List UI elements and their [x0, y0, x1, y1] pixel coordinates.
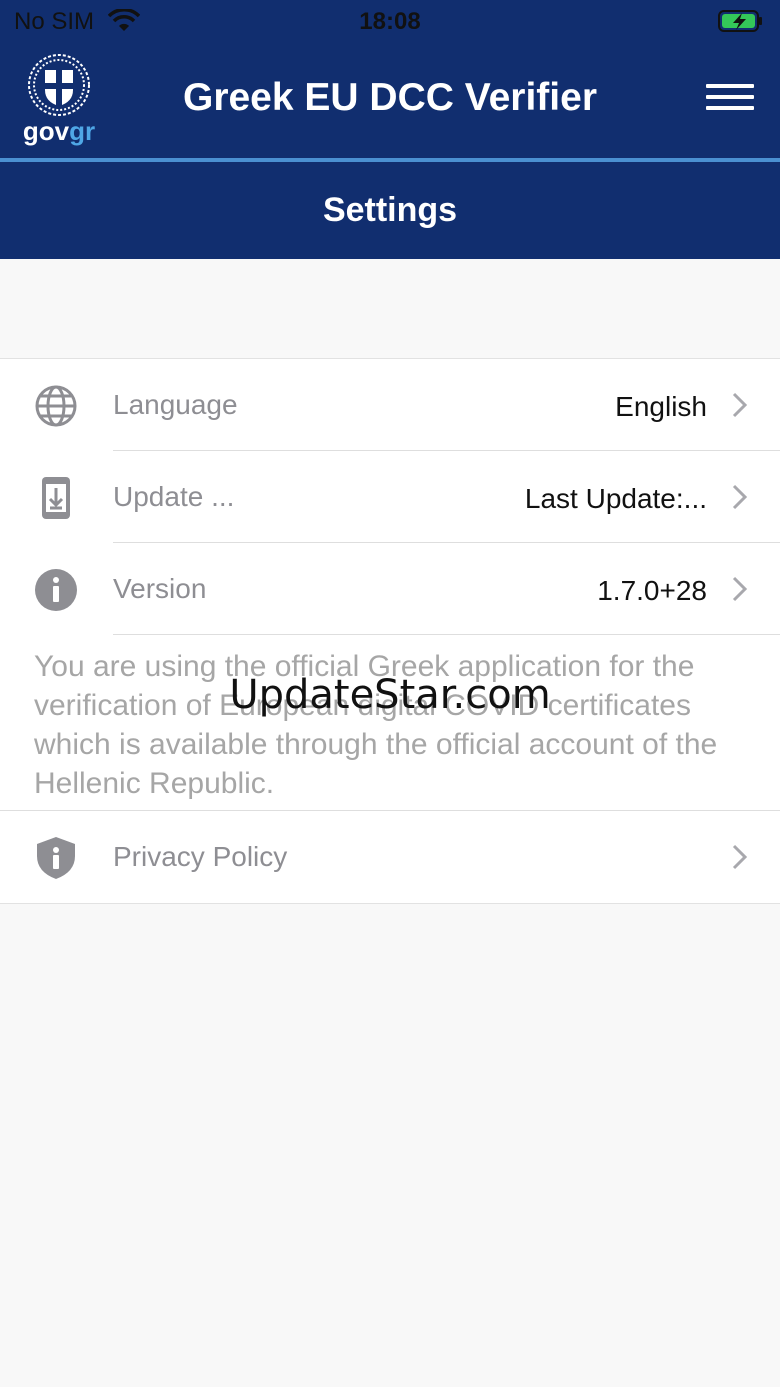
page-title: Settings: [0, 162, 780, 259]
chevron-right-icon: [732, 392, 748, 418]
chevron-right-icon: [732, 484, 748, 510]
settings-row-update[interactable]: Update ... Last Update:...: [0, 451, 780, 543]
chevron-right-icon: [732, 576, 748, 602]
logo-gov-text: gov: [22, 116, 70, 146]
official-app-note: You are using the official Greek applica…: [0, 635, 780, 811]
info-icon: [35, 569, 77, 611]
language-label: Language: [113, 389, 238, 420]
watermark: UpdateStar.com: [229, 672, 551, 718]
status-bar: No SIM 18:08: [0, 0, 780, 42]
coat-of-arms-icon: [28, 54, 90, 116]
settings-row-version[interactable]: Version 1.7.0+28: [0, 543, 780, 635]
chevron-right-icon: [732, 844, 748, 870]
shield-info-icon: [37, 837, 75, 879]
app-title: Greek EU DCC Verifier: [182, 76, 597, 119]
settings-row-privacy-policy[interactable]: Privacy Policy: [0, 811, 780, 903]
update-value: Last Update:...: [524, 483, 707, 514]
clock: 18:08: [359, 8, 421, 35]
hamburger-menu-icon[interactable]: [706, 84, 754, 118]
battery-charging-icon: [718, 10, 762, 32]
govgr-wordmark: govgr: [18, 116, 100, 147]
language-value: English: [615, 391, 707, 422]
settings-row-language[interactable]: Language English: [0, 359, 780, 451]
logo-gr-text: gr: [69, 116, 96, 146]
download-phone-icon: [42, 477, 70, 519]
update-label: Update ...: [113, 481, 235, 512]
version-label: Version: [113, 573, 207, 604]
version-value: 1.7.0+28: [597, 575, 707, 606]
globe-icon: [35, 385, 77, 427]
settings-list: Language English Update ... Last Update:…: [0, 358, 780, 904]
privacy-policy-label: Privacy Policy: [113, 841, 288, 872]
govgr-logo: govgr: [18, 52, 100, 148]
